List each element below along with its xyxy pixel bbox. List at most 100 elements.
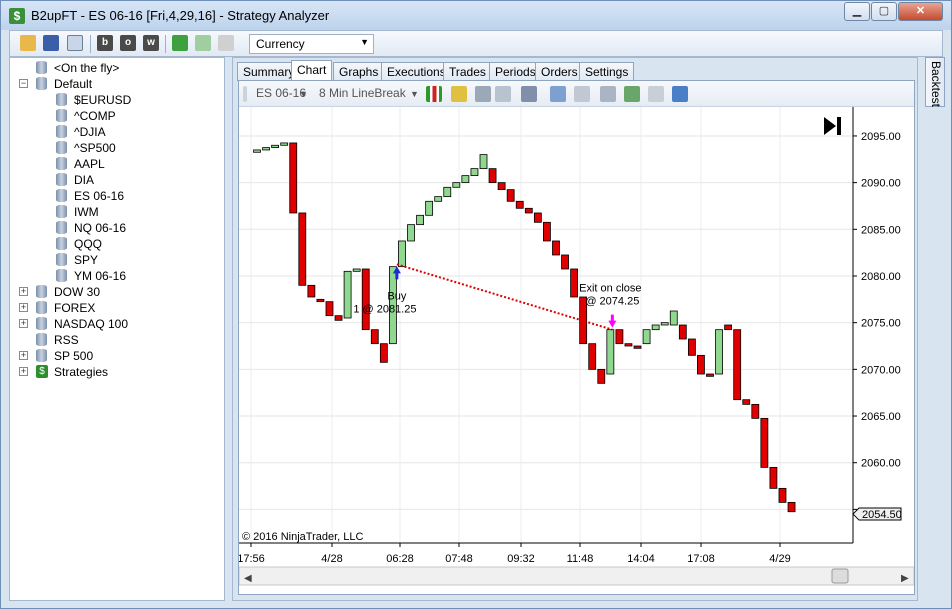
expand-icon[interactable]: +: [19, 367, 28, 376]
tree-item[interactable]: ^DJIA: [10, 124, 224, 140]
linebreak-bar: [506, 189, 515, 202]
tree-item[interactable]: QQQ: [10, 236, 224, 252]
line-chart-icon[interactable]: [624, 86, 640, 102]
currency-dropdown[interactable]: Currency ▼: [249, 34, 374, 54]
linebreak-bar: [769, 466, 778, 489]
maximize-button[interactable]: ▢: [871, 2, 897, 21]
strategies-icon[interactable]: [600, 86, 616, 102]
scroll-right-icon[interactable]: ▶: [901, 573, 909, 584]
tab-settings[interactable]: Settings: [579, 62, 635, 81]
tab-orders[interactable]: Orders: [535, 62, 584, 81]
toolbar-separator: [90, 35, 91, 53]
linebreak-bar: [370, 329, 379, 345]
chevron-down-icon[interactable]: ▼: [299, 89, 308, 99]
close-button[interactable]: ✕: [898, 2, 943, 21]
buy-detail-label: 1 @ 2081.25: [353, 303, 416, 315]
exit-label: Exit on close: [579, 283, 641, 295]
y-tick-label: 2090.00: [861, 178, 901, 190]
backtest-b-icon[interactable]: b: [97, 35, 113, 51]
tree-item[interactable]: + NASDAQ 100: [10, 316, 224, 332]
tree-item[interactable]: SPY: [10, 252, 224, 268]
linebreak-bar: [615, 329, 624, 345]
linebreak-bar: [416, 214, 424, 226]
linebreak-bar: [479, 154, 488, 170]
title-bar: $ B2upFT - ES 06-16 [Fri,4,29,16] - Stra…: [1, 1, 951, 30]
tab-periods[interactable]: Periods: [489, 62, 542, 81]
expand-icon[interactable]: +: [19, 287, 28, 296]
tree-item[interactable]: DIA: [10, 172, 224, 188]
tree-item-label: FOREX: [54, 301, 96, 315]
linebreak-bar: [742, 399, 751, 405]
currency-value: Currency: [256, 37, 305, 51]
chart-panel: ES 06-16 ▼ 8 Min LineBreak ▼ 2095.00 2090…: [238, 80, 915, 595]
linebreak-bar: [407, 224, 415, 242]
tree-item[interactable]: YM 06-16: [10, 268, 224, 284]
tree-item[interactable]: − Default: [10, 76, 224, 92]
indicators-icon[interactable]: [574, 86, 590, 102]
pencil-icon[interactable]: [451, 86, 467, 102]
zoom-out-icon[interactable]: [495, 86, 511, 102]
instrument-tree[interactable]: <On the fly> − Default $EURUSD ^COMP ^DJIA ^SP…: [9, 57, 225, 601]
open-folder-icon[interactable]: [20, 35, 36, 51]
optimize-o-icon[interactable]: o: [120, 35, 136, 51]
horizontal-scrollbar[interactable]: [239, 566, 914, 586]
tree-item[interactable]: ^COMP: [10, 108, 224, 124]
tab-executions[interactable]: Executions: [381, 62, 452, 81]
linebreak-bar: [515, 200, 524, 209]
bar-style-icon[interactable]: [426, 86, 442, 102]
tab-backtest[interactable]: Backtest: [925, 57, 945, 107]
expand-icon[interactable]: +: [19, 319, 28, 328]
scrollbar-thumb[interactable]: [831, 568, 849, 584]
chart-period[interactable]: 8 Min LineBreak: [319, 86, 406, 100]
x-tick-label: 07:48: [445, 553, 473, 565]
tree-item[interactable]: <On the fly>: [10, 60, 224, 76]
copyright-label: © 2016 NinjaTrader, LLC: [242, 531, 363, 543]
tree-item[interactable]: + SP 500: [10, 348, 224, 364]
tree-item[interactable]: ES 06-16: [10, 188, 224, 204]
add-icon[interactable]: [172, 35, 188, 51]
play-to-end-bar[interactable]: [837, 117, 841, 135]
dollar-icon[interactable]: [648, 86, 664, 102]
tree-item[interactable]: $EURUSD: [10, 92, 224, 108]
expand-icon[interactable]: +: [19, 303, 28, 312]
results-panel: Summary Chart Graphs Executions Trades Period…: [232, 57, 918, 601]
tab-graphs[interactable]: Graphs: [333, 62, 385, 81]
tree-item[interactable]: IWM: [10, 204, 224, 220]
main-toolbar: b o w Currency ▼: [9, 30, 943, 57]
play-to-end-icon[interactable]: [824, 117, 836, 135]
database-icon: [56, 109, 67, 122]
x-tick-label: 09:32: [507, 553, 535, 565]
walkforward-w-icon[interactable]: w: [143, 35, 159, 51]
remove-icon[interactable]: [218, 35, 234, 51]
tree-item[interactable]: + $ Strategies: [10, 364, 224, 380]
tree-item[interactable]: ^SP500: [10, 140, 224, 156]
filter-icon[interactable]: [67, 35, 83, 51]
collapse-icon[interactable]: −: [19, 79, 28, 88]
tab-trades[interactable]: Trades: [443, 62, 492, 81]
price-chart[interactable]: 2095.00 2090.00 2085.00 2080.00 2075.00 2070.…: [239, 107, 914, 595]
tree-item[interactable]: + FOREX: [10, 300, 224, 316]
minimize-button[interactable]: ▁: [844, 2, 870, 21]
linebreak-bar: [334, 315, 343, 321]
edit-icon[interactable]: [195, 35, 211, 51]
tree-item-label: DIA: [74, 173, 95, 187]
linebreak-bar: [262, 147, 270, 151]
tree-item[interactable]: AAPL: [10, 156, 224, 172]
database-icon: [36, 349, 47, 362]
properties-icon[interactable]: [672, 86, 688, 102]
cursor-icon[interactable]: [521, 86, 537, 102]
database-icon: [56, 157, 67, 170]
save-icon[interactable]: [43, 35, 59, 51]
tree-item[interactable]: RSS: [10, 332, 224, 348]
scroll-left-icon[interactable]: ◀: [244, 573, 252, 584]
linebreak-bar: [724, 324, 733, 331]
linebreak-bar: [624, 343, 633, 347]
expand-icon[interactable]: +: [19, 351, 28, 360]
zoom-in-icon[interactable]: [475, 86, 491, 102]
linebreak-bar: [552, 240, 560, 256]
tree-item[interactable]: + DOW 30: [10, 284, 224, 300]
chevron-down-icon[interactable]: ▼: [410, 89, 419, 99]
search-icon[interactable]: [550, 86, 566, 102]
tab-chart[interactable]: Chart: [291, 60, 333, 81]
tree-item[interactable]: NQ 06-16: [10, 220, 224, 236]
